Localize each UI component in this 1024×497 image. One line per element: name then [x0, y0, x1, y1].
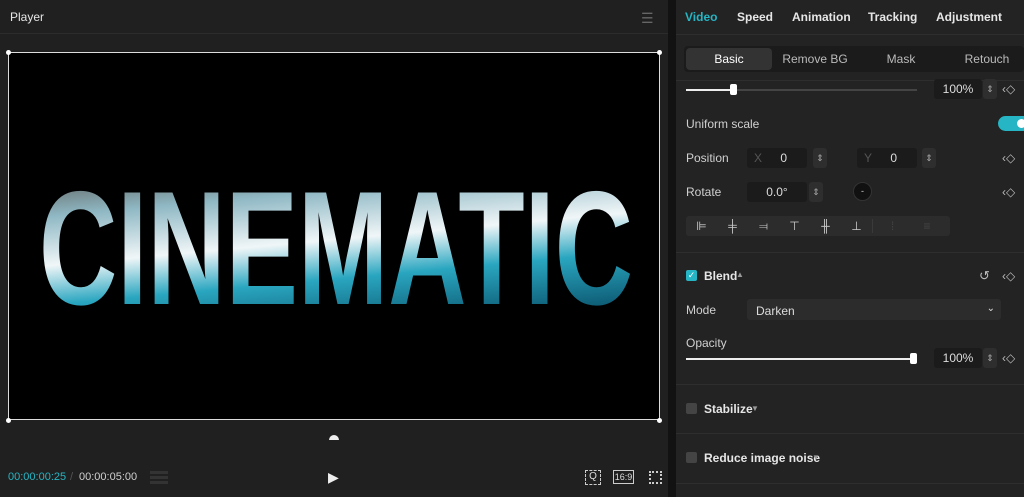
chevron-down-icon[interactable]: ▼ [812, 453, 820, 462]
subtab-retouch[interactable]: Retouch [944, 52, 1024, 66]
position-x-input[interactable]: X0 [747, 148, 807, 168]
resize-handle[interactable] [657, 50, 662, 55]
divider [676, 252, 1024, 253]
chevron-down-icon: ⌄ [986, 303, 995, 314]
keyframe-icon[interactable]: ‹◇ [1002, 185, 1015, 199]
duration: 00:00:05:00 [79, 471, 138, 483]
subtab-remove-bg[interactable]: Remove BG [772, 52, 858, 66]
mode-select[interactable]: Darken ⌄ [747, 299, 1001, 320]
tab-tracking[interactable]: Tracking [868, 10, 917, 24]
divider [676, 433, 1024, 434]
align-toolbar: ⊫ ╪ ⫤ ⊤ ╫ ⊥ ⁞ ≡ [686, 216, 950, 236]
rotate-dial[interactable]: - [853, 182, 872, 201]
play-icon[interactable]: ▶ [328, 469, 339, 486]
resize-handle[interactable] [6, 50, 11, 55]
time-separator: / [70, 471, 74, 483]
mode-value: Darken [756, 304, 795, 318]
player-header [0, 0, 668, 34]
x-value: 0 [780, 151, 787, 165]
divider [676, 384, 1024, 385]
opacity-label: Opacity [686, 336, 727, 350]
opacity-input[interactable]: 100% [934, 348, 982, 368]
y-label: Y [864, 151, 873, 165]
video-preview[interactable]: CINEMATIC [8, 52, 660, 420]
scale-input[interactable]: 100% [934, 79, 982, 99]
uniform-scale-toggle[interactable] [998, 116, 1024, 131]
noise-label: Reduce image noise [704, 451, 821, 465]
chevron-up-icon[interactable]: ▲ [736, 270, 744, 279]
rotate-label: Rotate [686, 185, 722, 199]
opacity-stepper[interactable]: ⇕ [983, 348, 997, 368]
scale-slider-fill [686, 89, 734, 91]
align-center-h-icon[interactable]: ╪ [717, 219, 748, 233]
position-label: Position [686, 151, 729, 165]
rotate-input[interactable]: 0.0° [747, 182, 807, 202]
keyframe-icon[interactable]: ‹◇ [1002, 151, 1015, 165]
subtab-mask[interactable]: Mask [858, 52, 944, 66]
aspect-ratio-button[interactable]: 16:9 [613, 470, 634, 484]
distribute-v-icon: ≡ [923, 219, 931, 233]
current-time: 00:00:00:25 [8, 471, 67, 483]
mode-label: Mode [686, 303, 717, 317]
y-value: 0 [890, 151, 897, 165]
divider [676, 483, 1024, 484]
cinematic-title: CINEMATIC [39, 158, 633, 339]
distribute-h-icon: ⁞ [872, 219, 912, 233]
position-x-stepper[interactable]: ⇕ [813, 148, 827, 168]
scale-stepper[interactable]: ⇕ [983, 79, 997, 99]
noise-checkbox[interactable] [686, 452, 697, 463]
chevron-down-icon[interactable]: ▼ [751, 404, 759, 413]
grid-icon[interactable] [150, 471, 168, 484]
resize-handle[interactable] [6, 418, 11, 423]
align-left-icon[interactable]: ⊫ [686, 219, 717, 233]
tab-adjustment[interactable]: Adjustment [936, 10, 1002, 24]
tab-animation[interactable]: Animation [792, 10, 851, 24]
rotate-stepper[interactable]: ⇕ [809, 182, 823, 202]
scale-slider-thumb[interactable] [730, 84, 737, 95]
zoom-fit-icon[interactable]: Q [585, 470, 601, 485]
opacity-slider[interactable] [686, 358, 914, 360]
keyframe-icon[interactable]: ‹◇ [1002, 351, 1015, 365]
menu-icon[interactable]: ☰ [641, 10, 654, 27]
blend-label: Blend [704, 269, 738, 283]
align-center-v-icon[interactable]: ╫ [810, 219, 841, 233]
subtab-basic[interactable]: Basic [686, 52, 772, 66]
position-y-stepper[interactable]: ⇕ [922, 148, 936, 168]
uniform-scale-label: Uniform scale [686, 117, 760, 131]
stabilize-checkbox[interactable] [686, 403, 697, 414]
stabilize-label: Stabilize [704, 402, 753, 416]
position-y-input[interactable]: Y0 [857, 148, 917, 168]
keyframe-icon[interactable]: ‹◇ [1002, 269, 1015, 283]
tab-video[interactable]: Video [685, 10, 717, 24]
align-top-icon[interactable]: ⊤ [779, 219, 810, 233]
player-title: Player [10, 10, 45, 24]
opacity-slider-thumb[interactable] [910, 353, 917, 364]
blend-checkbox[interactable]: ✓ [686, 270, 697, 281]
x-label: X [754, 151, 763, 165]
properties-panel [676, 0, 1024, 497]
rotate-handle[interactable] [329, 435, 339, 440]
fullscreen-icon[interactable] [649, 471, 662, 484]
headline-text: CINEMATIC [39, 158, 633, 339]
keyframe-icon[interactable]: ‹◇ [1002, 82, 1015, 96]
reset-icon[interactable]: ↺ [979, 268, 990, 284]
align-right-icon[interactable]: ⫤ [748, 219, 779, 234]
tab-speed[interactable]: Speed [737, 10, 773, 24]
align-bottom-icon[interactable]: ⊥ [841, 219, 872, 233]
divider [676, 34, 1024, 35]
resize-handle[interactable] [657, 418, 662, 423]
